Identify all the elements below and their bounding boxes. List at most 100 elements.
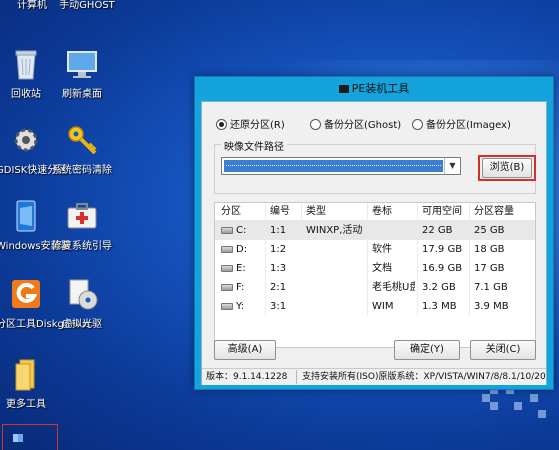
folder-icon — [15, 359, 35, 391]
virtual-drive-icon — [69, 279, 98, 310]
table-row[interactable]: D: 1:2 软件 17.9 GB 18 GB — [215, 240, 535, 259]
window-client-area: 还原分区(R) 备份分区(Ghost) 备份分区(Imagex) 映像文件路径 … — [201, 101, 547, 385]
app-icon — [338, 85, 349, 93]
hard-drive-icon — [221, 303, 233, 310]
desktop-icon-repair-boot[interactable]: 修复系统引导 — [52, 198, 112, 253]
desktop-icon-label: 回收站 — [11, 89, 41, 100]
desktop-icon-label: GDISK快速分区 — [0, 165, 68, 176]
radio-restore-partition[interactable]: 还原分区(R) — [216, 116, 285, 131]
status-divider — [296, 370, 297, 384]
version-text: 版本：9.1.14.1228 — [206, 372, 288, 382]
hard-drive-icon — [221, 227, 233, 234]
partition-cell: F: — [221, 278, 263, 297]
desktop-icon-more-tools[interactable]: 更多工具 — [0, 356, 56, 411]
refresh-desktop-icon — [67, 51, 97, 78]
table-cell: 软件 — [367, 240, 415, 259]
desktop-icon-diskgenius[interactable]: 分区工具Diskgenius — [0, 276, 91, 331]
browse-button-highlight: 浏览(B) — [478, 155, 536, 181]
hard-drive-icon — [221, 246, 233, 253]
ok-button[interactable]: 确定(Y) — [394, 340, 460, 360]
column-header[interactable]: 分区容量 — [469, 203, 519, 221]
table-cell: 17.9 GB — [417, 240, 467, 259]
gdisk-icon — [14, 128, 38, 152]
table-cell: 1:1 — [265, 221, 301, 240]
table-row[interactable]: E: 1:3 文档 16.9 GB 17 GB — [215, 259, 535, 278]
radio-dot[interactable] — [310, 119, 321, 130]
table-cell: 16.9 GB — [417, 259, 467, 278]
table-cell: 17 GB — [469, 259, 519, 278]
selected-taskbar-item[interactable] — [2, 424, 58, 450]
desktop-icon-virtual-drive[interactable]: 虚拟光驱 — [52, 276, 112, 331]
desktop-icon-recycle-bin[interactable]: 回收站 — [0, 46, 56, 101]
partition-table: 分区 编号 类型 卷标 可用空间 分区容量 C: 1:1 WINXP,活动 22… — [214, 202, 536, 348]
desktop-icon-label: 分区工具Diskgenius — [0, 319, 91, 330]
desktop-icon-refresh-desktop[interactable]: 刷新桌面 — [52, 46, 112, 101]
desktop-icon-windows-installer[interactable]: Windows安装器 — [0, 198, 71, 253]
table-cell: 1.3 MB — [417, 297, 467, 316]
table-cell: 7.1 GB — [469, 278, 519, 297]
partition-cell: C: — [221, 221, 263, 240]
radio-dot-checked[interactable] — [216, 119, 227, 130]
window-titlebar[interactable]: PE装机工具 — [195, 77, 553, 101]
table-cell: 2:1 — [265, 278, 301, 297]
table-cell: 3:1 — [265, 297, 301, 316]
column-header[interactable]: 分区 — [221, 203, 263, 221]
usb-drive-icon — [221, 284, 233, 291]
table-cell: 1:3 — [265, 259, 301, 278]
radio-label: 还原分区(R) — [230, 120, 285, 131]
advanced-button[interactable]: 高级(A) — [214, 340, 276, 360]
supported-systems-text: 支持安装所有(ISO)原版系统：XP/VISTA/WIN7/8/8.1/10/2… — [302, 372, 546, 382]
partition-cell: D: — [221, 240, 263, 259]
desktop-icon-gdisk[interactable]: GDISK快速分区 — [0, 122, 68, 177]
partition-cell: Y: — [221, 297, 263, 316]
image-path-group-title: 映像文件路径 — [221, 138, 287, 153]
table-cell: WIM — [367, 297, 415, 316]
partition-cell: E: — [221, 259, 263, 278]
radio-label: 备份分区(Imagex) — [426, 120, 511, 131]
image-path-selected-value — [224, 160, 443, 172]
radio-label: 备份分区(Ghost) — [324, 120, 402, 131]
radio-backup-imagex[interactable]: 备份分区(Imagex) — [412, 116, 511, 131]
desktop-icon-label: 手动GHOST — [59, 0, 115, 11]
table-cell: 25 GB — [469, 221, 519, 240]
column-header[interactable]: 可用空间 — [417, 203, 467, 221]
window-title: PE装机工具 — [351, 82, 410, 95]
windows-installer-icon — [16, 200, 36, 232]
desktop-icon-password-clear[interactable]: 系统密码清除 — [52, 122, 112, 177]
desktop-icon-ghost[interactable]: 手动GHOST — [52, 0, 122, 12]
table-cell: 老毛桃U盘 — [367, 278, 415, 297]
recycle-bin-icon — [15, 50, 37, 80]
chevron-down-icon[interactable]: ▼ — [444, 158, 460, 174]
first-aid-kit-icon — [67, 203, 97, 229]
taskbar-app-icon — [13, 434, 23, 442]
table-row[interactable]: C: 1:1 WINXP,活动 22 GB 25 GB — [215, 221, 535, 240]
table-cell: 22 GB — [417, 221, 467, 240]
column-header[interactable]: 编号 — [265, 203, 301, 221]
radio-backup-ghost[interactable]: 备份分区(Ghost) — [310, 116, 401, 131]
pe-install-tool-window: PE装机工具 还原分区(R) 备份分区(Ghost) 备份分区(Imagex) … — [194, 76, 554, 390]
desktop-icon-label: 系统密码清除 — [52, 165, 112, 176]
desktop-icon-label: Windows安装器 — [0, 241, 71, 252]
table-cell: 18 GB — [469, 240, 519, 259]
table-cell: 1:2 — [265, 240, 301, 259]
image-path-combobox[interactable]: ▼ — [221, 157, 461, 175]
browse-button[interactable]: 浏览(B) — [482, 158, 532, 178]
hard-drive-icon — [221, 265, 233, 272]
column-header[interactable]: 类型 — [301, 203, 367, 221]
desktop-icon-label: 虚拟光驱 — [62, 319, 102, 330]
desktop-icon-label: 更多工具 — [6, 399, 46, 410]
table-cell: 3.9 MB — [469, 297, 519, 316]
column-header[interactable]: 卷标 — [367, 203, 415, 221]
radio-dot[interactable] — [412, 119, 423, 130]
table-row[interactable]: F: 2:1 老毛桃U盘 3.2 GB 7.1 GB — [215, 278, 535, 297]
status-bar: 版本：9.1.14.1228 支持安装所有(ISO)原版系统：XP/VISTA/… — [202, 368, 546, 385]
table-row[interactable]: Y: 3:1 WIM 1.3 MB 3.9 MB — [215, 297, 535, 316]
diskgenius-icon — [12, 280, 40, 308]
desktop-icon-label: 刷新桌面 — [62, 89, 102, 100]
close-button[interactable]: 关闭(C) — [470, 340, 536, 360]
table-cell: 文档 — [367, 259, 415, 278]
table-header-row: 分区 编号 类型 卷标 可用空间 分区容量 — [215, 203, 535, 221]
key-icon — [68, 126, 97, 155]
desktop-icon-label: 修复系统引导 — [52, 241, 112, 252]
table-cell: 3.2 GB — [417, 278, 467, 297]
